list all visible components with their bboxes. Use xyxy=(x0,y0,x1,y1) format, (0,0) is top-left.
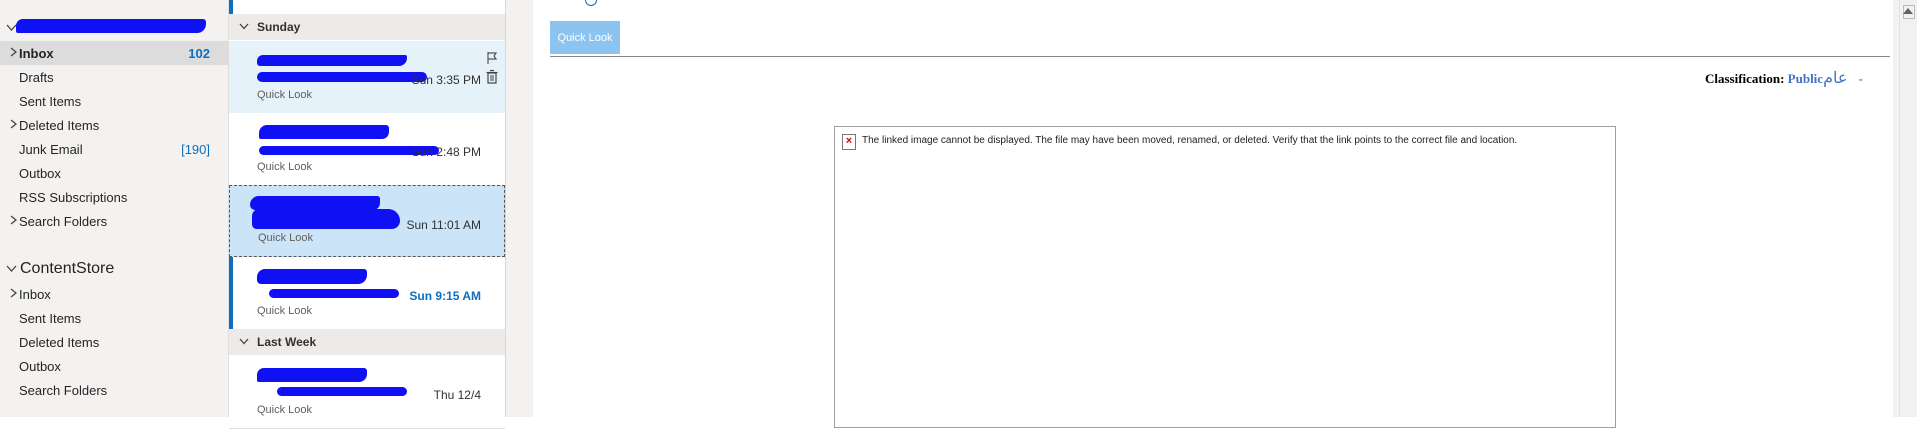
group-header-sunday[interactable]: Sunday xyxy=(229,14,505,40)
broken-image-icon: × xyxy=(842,134,856,150)
folder-label: Search Folders xyxy=(19,382,108,398)
folder-search-folders[interactable]: Search Folders xyxy=(0,209,228,233)
group-title: Sunday xyxy=(257,20,301,34)
chevron-right-icon[interactable] xyxy=(10,214,18,228)
folder-inbox[interactable]: Inbox 102 xyxy=(0,41,228,65)
broken-image-message: The linked image cannot be displayed. Th… xyxy=(862,135,1518,146)
folder-inbox-2[interactable]: Inbox xyxy=(0,282,228,306)
message-time: Sun 2:48 PM xyxy=(411,145,481,159)
folder-label: Inbox xyxy=(19,45,54,61)
classification-title: Classification: xyxy=(1704,71,1785,86)
chevron-right-icon[interactable] xyxy=(10,118,18,132)
list-item-partial[interactable] xyxy=(229,0,505,15)
chevron-right-icon[interactable] xyxy=(10,287,18,301)
redacted-subject xyxy=(269,289,399,298)
folder-label: Sent Items xyxy=(19,310,82,326)
folder-junk-email[interactable]: Junk Email [190] xyxy=(0,137,228,161)
message-preview: Quick Look xyxy=(257,305,313,317)
message-preview: Quick Look xyxy=(257,89,313,101)
folder-label: Sent Items xyxy=(19,93,82,109)
message-time: Sun 11:01 AM xyxy=(406,218,482,232)
folder-label: Outbox xyxy=(19,165,61,181)
folder-label: RSS Subscriptions xyxy=(19,189,128,205)
chevron-down-icon[interactable] xyxy=(239,336,249,348)
account-header-2[interactable]: ContentStore xyxy=(0,257,228,281)
message-preview: Quick Look xyxy=(257,161,313,173)
group-title: Last Week xyxy=(257,335,317,349)
redacted-account-name xyxy=(16,19,206,33)
list-item[interactable]: Sun 11:01 AM Quick Look xyxy=(229,185,505,257)
folder-sent-items[interactable]: Sent Items xyxy=(0,89,228,113)
message-list: Sunday Sun 3:35 PM Quick Look Sun 2:48 P… xyxy=(229,0,506,429)
message-time: Thu 12/4 xyxy=(433,388,481,402)
folder-outbox[interactable]: Outbox xyxy=(0,161,228,185)
list-item[interactable]: Sun 9:15 AM Quick Look xyxy=(229,257,505,330)
redacted-sender xyxy=(257,269,367,284)
account-name: ContentStore xyxy=(20,260,115,277)
divider xyxy=(550,56,1890,57)
redacted-sender xyxy=(259,125,389,139)
group-header-last-week[interactable]: Last Week xyxy=(229,329,505,355)
folder-sent-items-2[interactable]: Sent Items xyxy=(0,306,228,330)
list-item[interactable]: Sun 2:48 PM Quick Look xyxy=(229,113,505,186)
unread-count: 102 xyxy=(188,45,210,61)
classification-arabic: عام xyxy=(1823,70,1848,87)
item-count: [190] xyxy=(181,141,210,157)
redacted-sender xyxy=(257,368,367,382)
quick-look-button[interactable]: Quick Look xyxy=(550,21,620,54)
folder-label: Junk Email xyxy=(19,141,83,157)
message-preview: Quick Look xyxy=(257,404,313,416)
folder-search-folders-2[interactable]: Search Folders xyxy=(0,378,228,402)
info-icon[interactable] xyxy=(585,0,597,6)
folder-rss-subscriptions[interactable]: RSS Subscriptions xyxy=(0,185,228,209)
redacted-sender xyxy=(250,196,380,210)
flag-icon[interactable] xyxy=(485,51,499,65)
message-time: Sun 3:35 PM xyxy=(411,73,481,87)
folder-pane: Inbox 102 Drafts Sent Items Deleted Item… xyxy=(0,0,229,417)
message-time: Sun 9:15 AM xyxy=(409,289,481,303)
delete-icon[interactable] xyxy=(485,69,499,84)
classification-value: Public xyxy=(1787,71,1824,86)
redacted-subject xyxy=(257,72,427,82)
broken-image-frame: × The linked image cannot be displayed. … xyxy=(834,126,1616,428)
chevron-right-icon[interactable] xyxy=(10,46,18,60)
scroll-up-arrow-icon xyxy=(1903,8,1913,14)
chevron-down-icon[interactable] xyxy=(6,23,17,33)
message-body: Quick Look Classification: Publicعام - ×… xyxy=(533,0,1893,428)
chevron-down-icon[interactable] xyxy=(239,21,249,33)
redacted-sender xyxy=(257,55,407,66)
redacted-subject xyxy=(277,387,407,396)
folder-drafts[interactable]: Drafts xyxy=(0,65,228,89)
folder-deleted-items[interactable]: Deleted Items xyxy=(0,113,228,137)
reading-pane: Quick Look Classification: Publicعام - ×… xyxy=(506,0,1917,428)
folder-label: Deleted Items xyxy=(19,117,100,133)
message-preview: Quick Look xyxy=(258,232,314,244)
list-item[interactable]: Thu 12/4 Quick Look xyxy=(229,356,505,429)
folder-deleted-items-2[interactable]: Deleted Items xyxy=(0,330,228,354)
list-item[interactable]: Sun 3:35 PM Quick Look xyxy=(229,41,505,114)
folder-label: Search Folders xyxy=(19,213,108,229)
classification-label: Classification: Publicعام - xyxy=(1705,68,1863,88)
scrollbar[interactable] xyxy=(1899,0,1917,417)
redacted-subject xyxy=(252,209,400,229)
folder-outbox-2[interactable]: Outbox xyxy=(0,354,228,378)
chevron-down-icon[interactable] xyxy=(6,264,17,274)
classification-dash: - xyxy=(1858,71,1863,86)
folder-label: Deleted Items xyxy=(19,334,100,350)
folder-label: Inbox xyxy=(19,286,51,302)
folder-label: Drafts xyxy=(19,69,54,85)
folder-label: Outbox xyxy=(19,358,61,374)
